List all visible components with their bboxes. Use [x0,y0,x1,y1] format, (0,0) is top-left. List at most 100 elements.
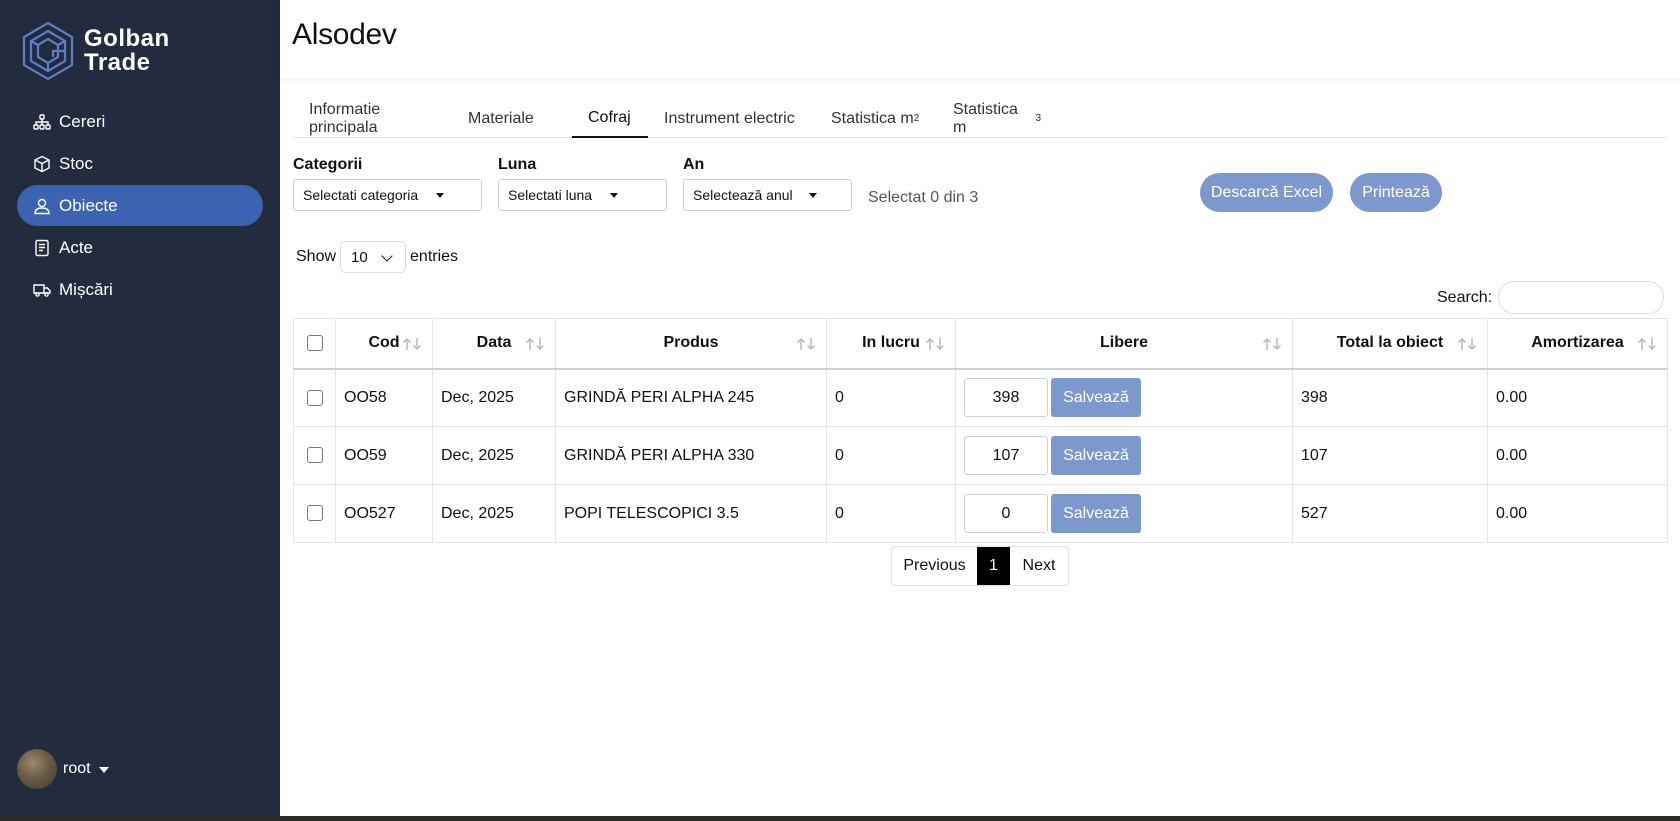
row-checkbox[interactable] [306,389,323,406]
data-table: Cod Data Produs In lucru Libere Total la… [293,318,1668,543]
sidebar-nav: Cereri Stoc Obiecte Acte Mișcări [17,101,263,311]
tab-superscript: 2 [913,113,920,124]
save-button[interactable]: Salvează [1051,494,1141,533]
year-select[interactable]: Selectează anul [683,179,852,211]
cell-cod: OO59 [335,426,433,485]
cell-cod: OO527 [335,484,433,543]
row-checkbox[interactable] [306,505,323,522]
show-label: Show [296,248,337,265]
search-label: Search: [1437,288,1493,306]
tab-label: Statistica m [831,109,914,127]
cell-produs: GRINDĂ PERI ALPHA 245 [555,368,827,427]
sidebar-item-label: Stoc [59,153,94,173]
libere-input[interactable] [964,494,1048,533]
app-window: Golban Trade Cereri Stoc Obiecte Acte Mi… [0,0,1680,816]
column-header-data[interactable]: Data [432,318,556,370]
tab-statistica-m2[interactable]: Statistica m2 [815,99,937,138]
filter-year: An Selectează anul [683,156,852,211]
sidebar-item-acte[interactable]: Acte [17,227,263,268]
column-header-libere[interactable]: Libere [955,318,1293,370]
brand-line-2: Trade [84,49,151,76]
page-header: Alsodev [280,0,1680,78]
sidebar-item-cereri[interactable]: Cereri [17,101,263,142]
cell-data: Dec, 2025 [432,484,556,543]
avatar [17,749,57,789]
sidebar-item-miscari[interactable]: Mișcări [17,269,263,310]
filter-category: Categorii Selectati categoria [293,156,482,211]
table-search: Search: [1437,281,1665,314]
box-icon [33,155,51,173]
caret-down-icon [809,193,817,198]
tab-cofraj[interactable]: Cofraj [572,99,648,138]
print-button[interactable]: Printează [1350,173,1442,212]
caret-down-icon [436,193,444,198]
table-row: OO58 Dec, 2025 GRINDĂ PERI ALPHA 245 0 S… [293,368,1668,427]
column-header-cod[interactable]: Cod [335,318,433,370]
search-input[interactable] [1498,281,1665,314]
truck-icon [33,281,51,299]
row-select-cell [293,484,336,543]
column-label: Amortizarea [1531,334,1624,352]
document-icon [33,239,51,257]
column-header-produs[interactable]: Produs [555,318,827,370]
cell-produs: POPI TELESCOPICI 3.5 [555,484,827,543]
sidebar-item-stoc[interactable]: Stoc [17,143,263,184]
cell-total: 107 [1292,426,1488,485]
cell-in-lucru: 0 [826,484,956,543]
table-row: OO59 Dec, 2025 GRINDĂ PERI ALPHA 330 0 S… [293,426,1668,485]
download-excel-button[interactable]: Descarcă Excel [1200,173,1333,212]
sort-icon [1262,337,1282,351]
tab-instrument-electric[interactable]: Instrument electric [648,99,815,138]
brand-line-1: Golban [84,25,170,52]
sidebar-item-label: Obiecte [59,195,118,215]
row-select-cell [293,368,336,427]
page-1-button[interactable]: 1 [977,547,1010,585]
column-header-total-la-obiect[interactable]: Total la obiect [1292,318,1488,370]
libere-input[interactable] [964,378,1048,418]
sort-icon [1457,337,1477,351]
brand-logo-icon [22,21,74,81]
tab-statistica-m3[interactable]: Statistica m 3 [937,99,1057,138]
category-select[interactable]: Selectati categoria [293,179,482,211]
select-all-checkbox[interactable] [306,335,323,352]
filter-label: Luna [498,156,537,173]
hierarchy-icon [33,113,51,131]
cell-data: Dec, 2025 [432,368,556,427]
sort-icon [925,337,945,351]
sidebar-item-label: Cereri [59,111,106,131]
cell-amortizarea: 0.00 [1487,484,1668,543]
previous-page-button[interactable]: Previous [892,547,977,585]
save-button[interactable]: Salvează [1051,436,1141,475]
column-header-in-lucru[interactable]: In lucru [826,318,956,370]
tab-label: Statistica m [953,100,1018,136]
row-select-cell [293,426,336,485]
user-icon [33,197,51,215]
next-page-button[interactable]: Next [1010,547,1068,585]
select-value: Selectează anul [693,187,793,203]
sort-icon [525,337,545,351]
save-button[interactable]: Salvează [1051,378,1141,418]
column-label: Cod [368,334,400,352]
tab-label: Instrument electric [664,109,795,127]
cell-in-lucru: 0 [826,368,956,427]
user-menu[interactable]: root [17,749,109,789]
brand-logo[interactable]: Golban Trade [20,20,170,82]
libere-input[interactable] [964,436,1048,475]
month-select[interactable]: Selectati luna [498,179,667,211]
tab-informatie-principala[interactable]: Informatie principala [293,99,443,138]
sidebar-item-obiecte[interactable]: Obiecte [17,185,263,226]
cell-libere: Salvează [955,484,1293,543]
cell-cod: OO58 [335,368,433,427]
column-header-amortizarea[interactable]: Amortizarea [1487,318,1668,370]
tab-label: Materiale [468,109,534,127]
row-checkbox[interactable] [306,447,323,464]
tab-materiale[interactable]: Materiale [443,99,572,138]
select-value: Selectati categoria [303,187,419,203]
page-length-control: Show 10 entries [296,241,458,273]
entries-select[interactable]: 10 [340,241,407,273]
entries-label: entries [410,248,459,265]
column-label: Libere [1099,334,1148,352]
sort-icon [1637,337,1657,351]
table-header-row: Cod Data Produs In lucru Libere Total la… [293,318,1668,370]
brand-name: Golban Trade [84,27,170,75]
